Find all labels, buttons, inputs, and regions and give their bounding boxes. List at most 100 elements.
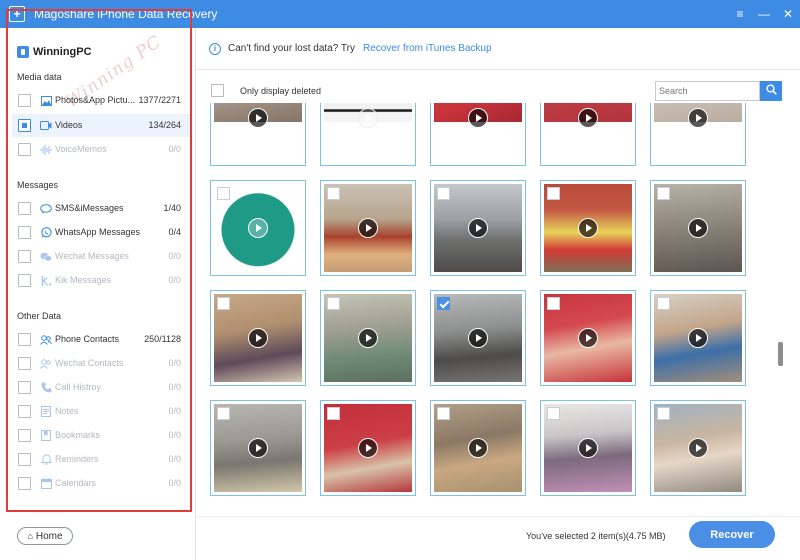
notes-icon [40, 406, 52, 417]
tile-checkbox[interactable] [547, 407, 560, 420]
sidebar-item-whatsapp[interactable]: WhatsApp Messages 0/4 [12, 221, 190, 244]
play-icon[interactable] [468, 438, 488, 458]
sidebar-item-bookmarks[interactable]: Bookmarks 0/0 [12, 424, 190, 447]
sidebar-item-photos[interactable]: Photos&App Pictu... 1377/2271 [12, 89, 190, 112]
scrollbar-thumb[interactable] [778, 342, 783, 366]
voicememos-checkbox[interactable] [18, 143, 31, 156]
tile-checkbox[interactable] [547, 187, 560, 200]
only-deleted-checkbox[interactable] [211, 84, 224, 97]
vertical-scrollbar[interactable] [784, 103, 794, 508]
itunes-backup-link[interactable]: Recover from iTunes Backup [363, 43, 492, 54]
play-icon[interactable] [358, 438, 378, 458]
play-icon[interactable] [358, 328, 378, 348]
play-icon[interactable] [248, 328, 268, 348]
video-tile[interactable] [540, 290, 636, 386]
sidebar-item-wechat-contacts[interactable]: Wechat Contacts 0/0 [12, 352, 190, 375]
sidebar-item-videos[interactable]: Videos 134/264 [12, 114, 190, 137]
tile-checkbox[interactable] [327, 407, 340, 420]
sidebar-item-call-history[interactable]: Call Histroy 0/0 [12, 376, 190, 399]
video-tile[interactable] [430, 180, 526, 276]
tile-checkbox[interactable] [217, 297, 230, 310]
recover-button[interactable]: Recover [689, 521, 775, 548]
whatsapp-icon [40, 227, 52, 238]
search-button[interactable] [760, 81, 782, 101]
minimize-icon[interactable]: — [752, 0, 776, 28]
sidebar-item-reminders[interactable]: Reminders 0/0 [12, 448, 190, 471]
call-history-checkbox[interactable] [18, 381, 31, 394]
phone-contacts-checkbox[interactable] [18, 333, 31, 346]
video-tile[interactable] [210, 290, 306, 386]
sidebar-item-calendars[interactable]: Calendars 0/0 [12, 472, 190, 495]
search-input[interactable] [655, 81, 760, 101]
tile-checkbox-checked[interactable] [437, 297, 450, 310]
video-tile[interactable] [210, 400, 306, 496]
reminders-icon [40, 454, 52, 465]
tile-checkbox[interactable] [657, 407, 670, 420]
video-tile[interactable] [430, 400, 526, 496]
play-icon[interactable] [248, 108, 268, 128]
sidebar-item-sms[interactable]: SMS&iMessages 1/40 [12, 197, 190, 220]
video-tile[interactable] [320, 400, 416, 496]
video-tile[interactable] [320, 180, 416, 276]
play-icon[interactable] [578, 438, 598, 458]
video-tile[interactable] [430, 290, 526, 386]
play-icon[interactable] [358, 108, 378, 128]
sidebar-item-wechat-messages[interactable]: Wechat Messages 0/0 [12, 245, 190, 268]
play-icon[interactable] [688, 328, 708, 348]
tile-checkbox[interactable] [327, 297, 340, 310]
play-icon[interactable] [248, 438, 268, 458]
video-tile[interactable] [540, 103, 636, 166]
section-other-data: Other Data [17, 311, 62, 321]
menu-icon[interactable]: ≡ [728, 0, 752, 28]
sidebar-item-count: 0/0 [168, 251, 181, 261]
play-icon[interactable] [248, 218, 268, 238]
video-tile[interactable] [540, 180, 636, 276]
close-icon[interactable]: ✕ [776, 0, 800, 28]
calendars-checkbox[interactable] [18, 477, 31, 490]
home-button[interactable]: ⌂ Home [17, 527, 73, 545]
bookmarks-checkbox[interactable] [18, 429, 31, 442]
sidebar-item-voicememos[interactable]: VoiceMemos 0/0 [12, 138, 190, 161]
sidebar-item-kik-messages[interactable]: Kik Messages 0/0 [12, 269, 190, 292]
play-icon[interactable] [688, 218, 708, 238]
play-icon[interactable] [688, 108, 708, 128]
video-tile[interactable] [650, 180, 746, 276]
play-icon[interactable] [468, 108, 488, 128]
play-icon[interactable] [578, 108, 598, 128]
info-message: Can't find your lost data? Try [228, 43, 355, 54]
videos-checkbox[interactable] [18, 119, 31, 132]
kik-messages-checkbox[interactable] [18, 274, 31, 287]
video-tile[interactable] [320, 290, 416, 386]
tile-checkbox[interactable] [437, 407, 450, 420]
notes-checkbox[interactable] [18, 405, 31, 418]
sidebar-item-phone-contacts[interactable]: Phone Contacts 250/1128 [12, 328, 190, 351]
play-icon[interactable] [578, 328, 598, 348]
tile-checkbox[interactable] [547, 297, 560, 310]
video-tile[interactable] [650, 103, 746, 166]
video-tile[interactable] [540, 400, 636, 496]
video-tile[interactable] [650, 400, 746, 496]
tile-checkbox[interactable] [327, 187, 340, 200]
wechat-messages-checkbox[interactable] [18, 250, 31, 263]
sidebar-item-notes[interactable]: Notes 0/0 [12, 400, 190, 423]
whatsapp-checkbox[interactable] [18, 226, 31, 239]
tile-checkbox[interactable] [657, 187, 670, 200]
video-tile[interactable] [210, 103, 306, 166]
tile-checkbox[interactable] [217, 187, 230, 200]
photos-checkbox[interactable] [18, 94, 31, 107]
reminders-checkbox[interactable] [18, 453, 31, 466]
wechat-contacts-checkbox[interactable] [18, 357, 31, 370]
video-tile[interactable] [320, 103, 416, 166]
play-icon[interactable] [578, 218, 598, 238]
tile-checkbox[interactable] [437, 187, 450, 200]
video-tile[interactable] [210, 180, 306, 276]
play-icon[interactable] [688, 438, 708, 458]
video-tile[interactable] [650, 290, 746, 386]
tile-checkbox[interactable] [217, 407, 230, 420]
video-tile[interactable] [430, 103, 526, 166]
play-icon[interactable] [358, 218, 378, 238]
sms-checkbox[interactable] [18, 202, 31, 215]
play-icon[interactable] [468, 328, 488, 348]
tile-checkbox[interactable] [657, 297, 670, 310]
play-icon[interactable] [468, 218, 488, 238]
